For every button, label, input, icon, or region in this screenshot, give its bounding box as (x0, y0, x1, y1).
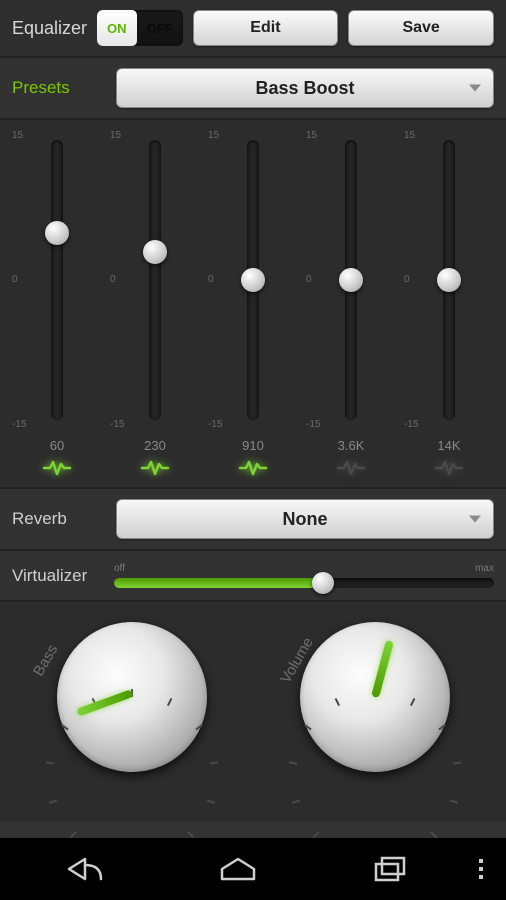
eq-thumb-910[interactable] (241, 268, 265, 292)
eq-band-60: 150-15 (8, 130, 106, 430)
wave-icon (302, 459, 400, 481)
toggle-off[interactable]: OFF (137, 10, 183, 46)
reverb-dropdown[interactable]: None (116, 499, 494, 539)
virtualizer-max-label: max (475, 563, 494, 574)
equalizer-title: Equalizer (12, 18, 87, 39)
menu-button[interactable] (466, 859, 496, 879)
eq-slider-230[interactable] (149, 140, 161, 420)
back-button[interactable] (10, 855, 162, 883)
eq-band-3.6K: 150-15 (302, 130, 400, 430)
wave-icon (204, 459, 302, 481)
freq-label: 14K (400, 438, 498, 453)
eq-slider-60[interactable] (51, 140, 63, 420)
eq-thumb-230[interactable] (143, 240, 167, 264)
eq-thumb-3.6K[interactable] (339, 268, 363, 292)
virtualizer-off-label: off (114, 563, 125, 574)
header-bar: Equalizer ON OFF Edit Save (0, 0, 506, 58)
eq-band-14K: 150-15 (400, 130, 498, 430)
virtualizer-slider[interactable]: off max (114, 563, 494, 588)
knobs-area: Bass Volume (0, 602, 506, 822)
eq-area: 150-15150-15150-15150-15150-15 602309103… (0, 120, 506, 489)
recent-apps-button[interactable] (314, 855, 466, 883)
freq-label: 60 (8, 438, 106, 453)
freq-label: 230 (106, 438, 204, 453)
reverb-row: Reverb None (0, 489, 506, 551)
eq-thumb-14K[interactable] (437, 268, 461, 292)
wave-icon (400, 459, 498, 481)
eq-slider-3.6K[interactable] (345, 140, 357, 420)
eq-slider-14K[interactable] (443, 140, 455, 420)
bass-knob[interactable] (57, 622, 207, 772)
presets-row: Presets Bass Boost (0, 58, 506, 120)
eq-slider-910[interactable] (247, 140, 259, 420)
presets-dropdown[interactable]: Bass Boost (116, 68, 494, 108)
reverb-label: Reverb (12, 509, 104, 529)
presets-selected: Bass Boost (255, 78, 354, 99)
eq-band-230: 150-15 (106, 130, 204, 430)
virtualizer-label: Virtualizer (12, 566, 104, 586)
eq-thumb-60[interactable] (45, 221, 69, 245)
virtualizer-thumb[interactable] (312, 572, 334, 594)
toggle-on[interactable]: ON (97, 10, 137, 46)
virtualizer-row: Virtualizer off max (0, 551, 506, 602)
wave-icon (8, 459, 106, 481)
save-button[interactable]: Save (348, 10, 494, 46)
chevron-down-icon (469, 85, 481, 92)
android-navbar (0, 838, 506, 900)
freq-label: 3.6K (302, 438, 400, 453)
eq-band-910: 150-15 (204, 130, 302, 430)
home-button[interactable] (162, 855, 314, 883)
presets-label: Presets (12, 78, 104, 98)
freq-label: 910 (204, 438, 302, 453)
power-toggle[interactable]: ON OFF (97, 10, 183, 46)
reverb-selected: None (283, 509, 328, 530)
volume-knob[interactable] (300, 622, 450, 772)
chevron-down-icon (469, 516, 481, 523)
wave-icon (106, 459, 204, 481)
edit-button[interactable]: Edit (193, 10, 339, 46)
